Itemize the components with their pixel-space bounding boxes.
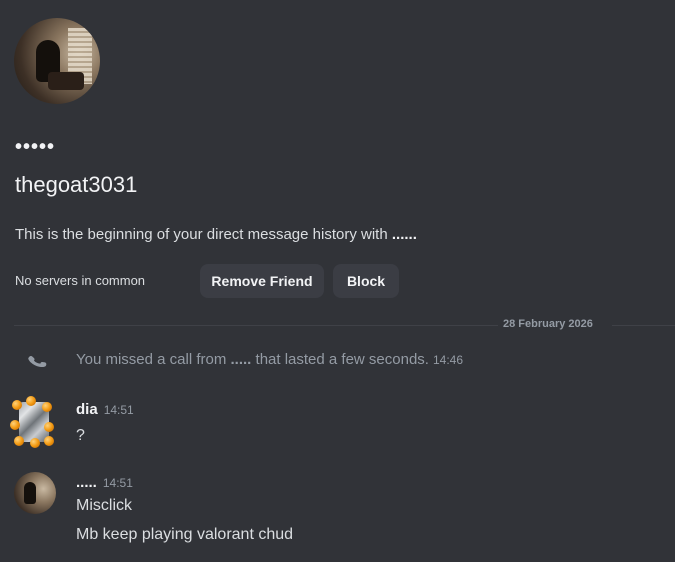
avatar-decoration-orb [14,436,24,446]
date-divider-line [612,325,675,326]
message-timestamp[interactable]: 14:51 [104,403,134,417]
date-divider: 28 February 2026 [503,318,593,330]
missed-call-icon [28,356,47,368]
avatar-chair [48,72,84,90]
message-timestamp[interactable]: 14:51 [103,476,133,490]
avatar[interactable] [14,472,56,514]
avatar-figure [24,482,36,504]
author-name[interactable]: dia [76,401,98,418]
remove-friend-button[interactable]: Remove Friend [200,264,324,298]
author-name[interactable]: ..... [76,474,97,491]
intro-prefix: This is the beginning of your direct mes… [15,226,392,243]
intro-name: ...... [391,226,417,243]
date-divider-line [14,325,498,326]
call-timestamp[interactable]: 14:46 [433,353,463,367]
call-caller: ..... [230,351,252,368]
profile-display-name: ••••• [15,136,56,158]
mutual-servers-label[interactable]: No servers in common [15,273,145,288]
avatar-decoration-orb [30,438,40,448]
message-content: Misclick [76,497,132,514]
avatar-decoration-orb [42,402,52,412]
avatar-decoration-orb [44,436,54,446]
avatar-decoration-orb [12,400,22,410]
call-prefix: You missed a call from [76,351,231,368]
message-content: ? [76,427,85,444]
profile-username: thegoat3031 [15,172,138,197]
avatar[interactable] [10,396,56,448]
profile-avatar[interactable] [14,18,100,104]
message-author[interactable]: dia 14:51 [76,401,134,418]
message-author[interactable]: ..... 14:51 [76,474,133,491]
avatar-decoration-orb [26,396,36,406]
dm-intro-text: This is the beginning of your direct mes… [15,226,417,243]
avatar-decoration-orb [44,422,54,432]
block-button[interactable]: Block [333,264,399,298]
message-content: Mb keep playing valorant chud [76,526,294,543]
dm-channel: ••••• thegoat3031 This is the beginning … [0,0,675,562]
avatar-decoration-orb [10,420,20,430]
missed-call-message: You missed a call from ..... that lasted… [76,351,463,368]
call-suffix: that lasted a few seconds. [251,351,429,368]
